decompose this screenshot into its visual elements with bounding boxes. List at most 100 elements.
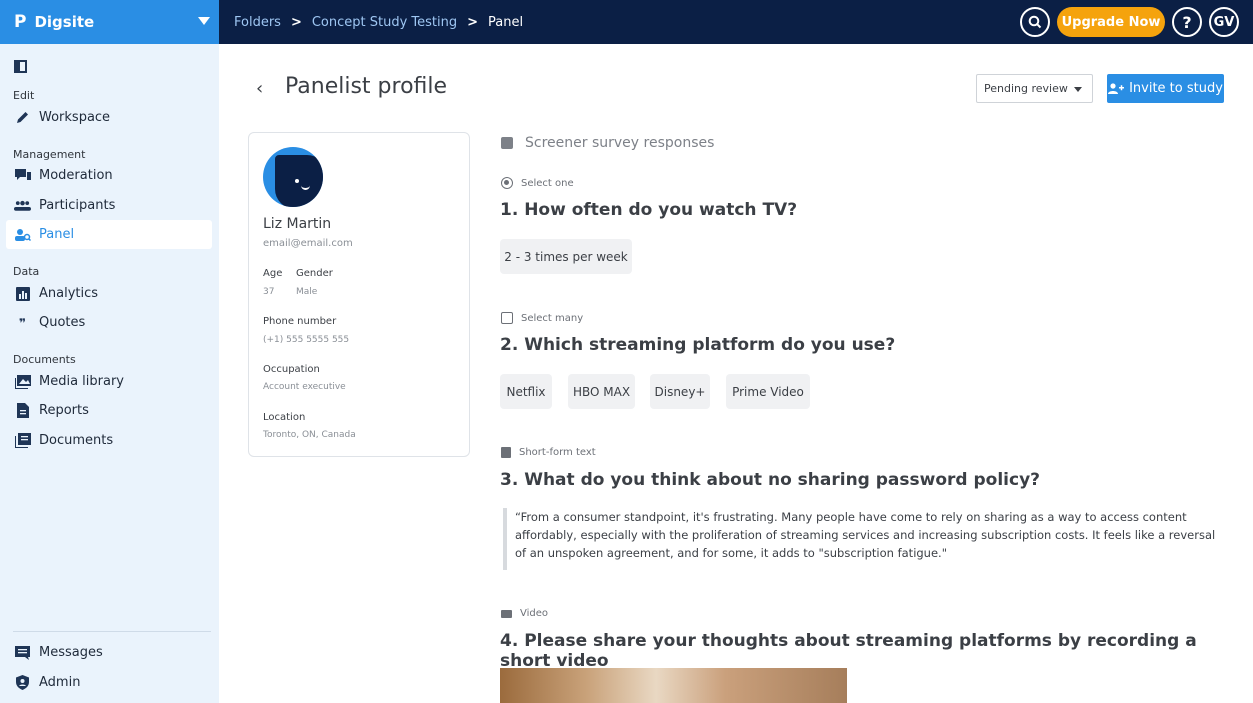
digsite-logo-icon: P — [14, 12, 27, 32]
answer-chip: 2 - 3 times per week — [500, 239, 632, 274]
occupation-value: Account executive — [263, 382, 346, 392]
question-title: 2. Which streaming platform do you use? — [500, 335, 896, 355]
survey-icon — [501, 137, 513, 149]
back-chevron-icon[interactable]: ‹ — [256, 78, 263, 99]
age-label: Age — [263, 268, 283, 279]
checkbox-icon — [501, 312, 513, 324]
sidebar-item-label: Quotes — [39, 315, 86, 330]
top-bar: P Digsite Folders > Concept Study Testin… — [0, 0, 1253, 44]
video-thumbnail[interactable] — [500, 668, 847, 703]
text-answer: “From a consumer standpoint, it's frustr… — [503, 508, 1225, 570]
sidebar-item-label: Reports — [39, 403, 89, 418]
panel-search-icon — [14, 227, 31, 242]
image-icon — [14, 374, 31, 389]
sidebar-divider — [13, 631, 211, 632]
chat-icon — [14, 168, 31, 183]
people-icon — [14, 198, 31, 213]
answer-chip: Prime Video — [726, 374, 810, 409]
occupation-label: Occupation — [263, 364, 320, 375]
workspace-switcher[interactable]: P Digsite — [0, 0, 219, 44]
breadcrumb: Folders > Concept Study Testing > Panel — [234, 0, 523, 44]
section-documents: Documents — [13, 353, 76, 366]
brand-name: Digsite — [34, 13, 95, 31]
radio-icon — [501, 177, 513, 189]
sidebar-item-label: Moderation — [39, 168, 113, 183]
sidebar-item-reports[interactable]: Reports — [6, 396, 212, 425]
breadcrumb-folders[interactable]: Folders — [234, 15, 281, 30]
avatar — [263, 147, 323, 207]
age-value: 37 — [263, 287, 275, 297]
gender-label: Gender — [296, 268, 333, 279]
panelist-profile-card: Liz Martin email@email.com Age 37 Gender… — [248, 132, 470, 457]
question-type: Select many — [501, 312, 583, 324]
chevron-right-icon: > — [290, 14, 302, 30]
question-type: Select one — [501, 177, 574, 189]
sidebar-item-label: Workspace — [39, 110, 111, 125]
report-icon — [14, 403, 31, 418]
add-person-icon — [1108, 82, 1125, 94]
sidebar-item-documents[interactable]: Documents — [6, 426, 212, 455]
question-type: Video — [501, 608, 548, 619]
section-management: Management — [13, 148, 86, 161]
documents-icon — [14, 433, 31, 448]
review-status-value: Pending review — [984, 82, 1068, 95]
invite-to-study-button[interactable]: Invite to study — [1107, 74, 1224, 103]
shield-icon — [14, 675, 31, 690]
chevron-right-icon: > — [467, 14, 479, 30]
upgrade-button[interactable]: Upgrade Now — [1057, 7, 1165, 37]
caret-down-icon — [198, 17, 210, 25]
location-label: Location — [263, 412, 306, 423]
pencil-icon — [14, 110, 31, 125]
video-icon — [501, 609, 512, 618]
question-title: 3. What do you think about no sharing pa… — [500, 470, 1041, 490]
breadcrumb-current: Panel — [488, 14, 524, 30]
phone-label: Phone number — [263, 316, 337, 327]
sidebar-item-label: Media library — [39, 374, 125, 389]
sidebar-item-label: Analytics — [39, 286, 99, 301]
sidebar-item-admin[interactable]: Admin — [6, 668, 212, 697]
question-title: 4. Please share your thoughts about stre… — [500, 631, 1197, 671]
phone-value: (+1) 555 5555 555 — [263, 335, 350, 345]
sidebar-item-label: Messages — [39, 645, 103, 660]
bar-chart-icon — [14, 286, 31, 301]
sidebar-item-quotes[interactable]: ❞ Quotes — [6, 308, 212, 337]
user-avatar-button[interactable]: GV — [1209, 7, 1239, 37]
sidebar-item-label: Admin — [39, 675, 81, 690]
sidebar-item-panel[interactable]: Panel — [6, 220, 212, 249]
page-title: Panelist profile — [285, 74, 448, 99]
gender-value: Male — [296, 287, 318, 297]
search-icon — [1028, 15, 1042, 29]
collapse-sidebar-icon[interactable] — [14, 60, 27, 73]
quote-icon: ❞ — [18, 315, 27, 330]
section-data: Data — [13, 265, 40, 278]
sidebar-item-label: Participants — [39, 198, 116, 213]
review-status-select[interactable]: Pending review — [976, 74, 1093, 103]
question-type: Short-form text — [501, 447, 596, 458]
panelist-email: email@email.com — [263, 238, 353, 249]
help-button[interactable]: ? — [1172, 7, 1202, 37]
search-button[interactable] — [1020, 7, 1050, 37]
sidebar-item-moderation[interactable]: Moderation — [6, 161, 212, 190]
screener-section-header: Screener survey responses — [501, 135, 714, 151]
sidebar-item-participants[interactable]: Participants — [6, 191, 212, 220]
sidebar-item-media-library[interactable]: Media library — [6, 367, 212, 396]
sidebar-item-label: Panel — [39, 227, 75, 242]
breadcrumb-study[interactable]: Concept Study Testing — [312, 15, 457, 30]
screener-section-title: Screener survey responses — [525, 135, 715, 151]
panelist-name: Liz Martin — [263, 216, 332, 232]
sidebar-item-analytics[interactable]: Analytics — [6, 279, 212, 308]
answer-chip: HBO MAX — [568, 374, 635, 409]
answer-chip: Netflix — [500, 374, 552, 409]
answer-chip: Disney+ — [650, 374, 710, 409]
text-icon — [501, 447, 511, 458]
sidebar-item-workspace[interactable]: Workspace — [6, 103, 212, 132]
question-title: 1. How often do you watch TV? — [500, 200, 798, 220]
caret-down-icon — [1074, 87, 1082, 92]
sidebar: Edit Workspace Management Moderation Par… — [0, 44, 219, 703]
sidebar-item-messages[interactable]: Messages — [6, 638, 212, 667]
invite-label: Invite to study — [1129, 81, 1223, 96]
section-edit: Edit — [13, 89, 35, 102]
location-value: Toronto, ON, Canada — [263, 430, 356, 440]
message-icon — [14, 645, 31, 660]
sidebar-item-label: Documents — [39, 433, 114, 448]
